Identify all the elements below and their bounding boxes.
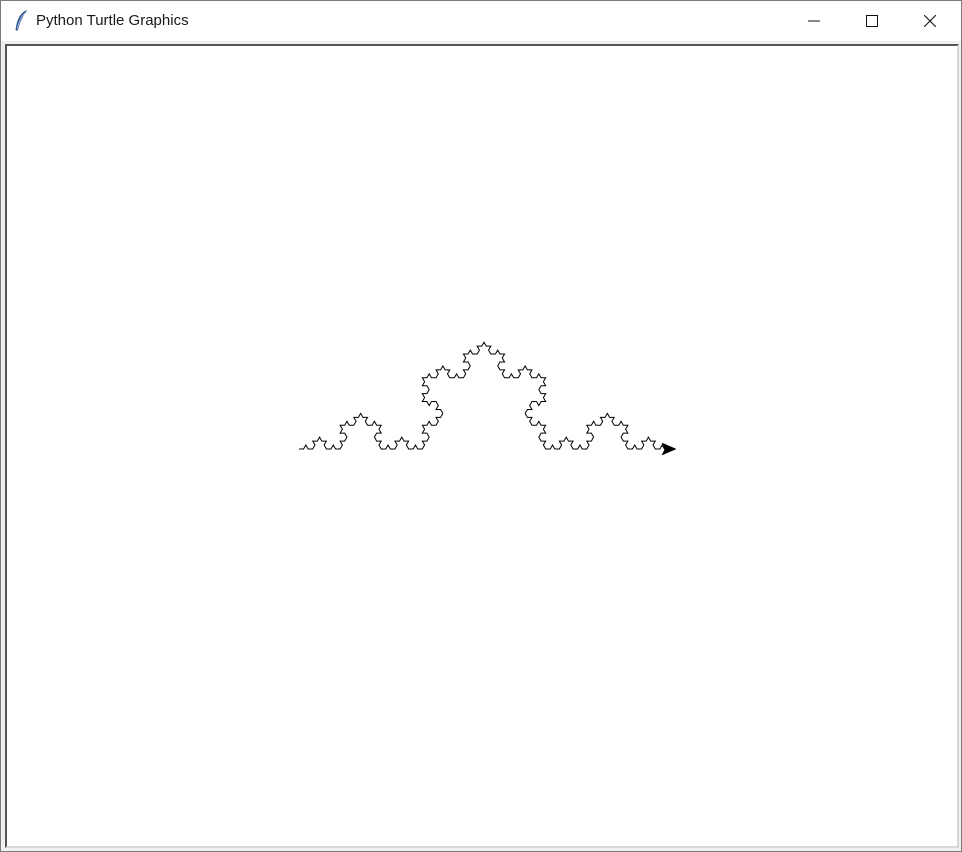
maximize-button[interactable] [843, 1, 901, 41]
koch-curve-path [299, 341, 669, 450]
close-button[interactable] [901, 1, 959, 41]
maximize-icon [866, 15, 878, 27]
minimize-icon [808, 20, 820, 22]
title-bar[interactable]: Python Turtle Graphics [1, 1, 961, 41]
turtle-canvas[interactable] [7, 46, 957, 846]
turtle-window: Python Turtle Graphics [0, 0, 962, 852]
minimize-button[interactable] [785, 1, 843, 41]
close-icon [924, 15, 936, 27]
turtle-canvas-frame [5, 44, 959, 848]
window-title: Python Turtle Graphics [36, 12, 189, 29]
feather-icon [15, 10, 28, 31]
